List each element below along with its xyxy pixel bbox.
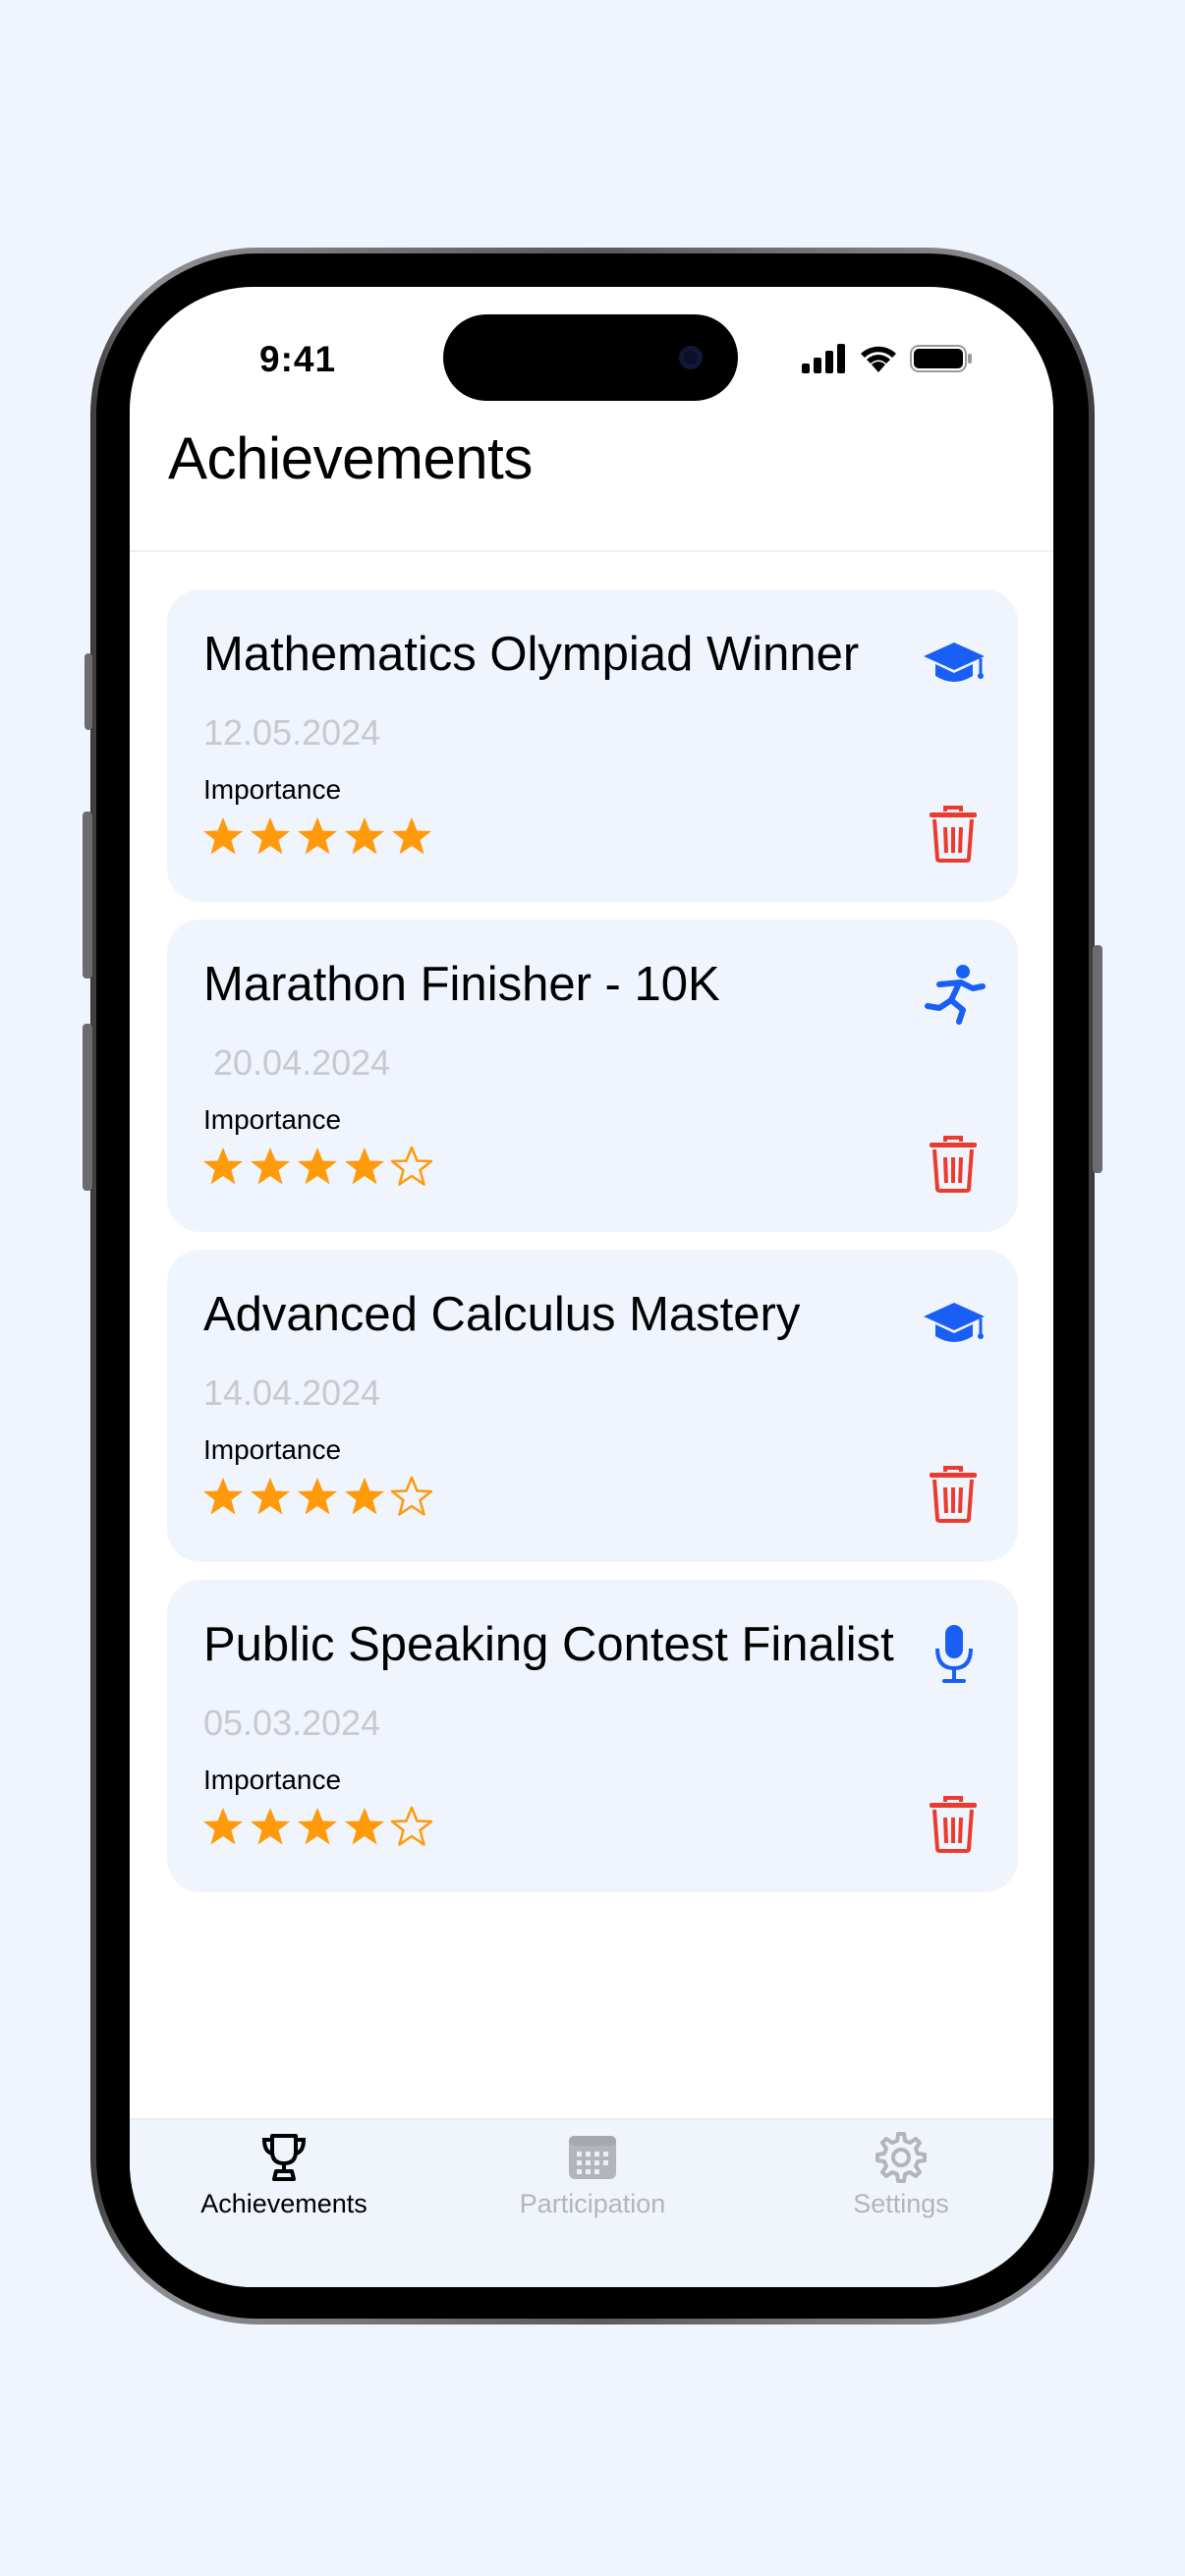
status-time: 9:41 — [259, 339, 337, 379]
delete-trash-icon[interactable] — [928, 1466, 979, 1523]
star-filled-icon[interactable] — [201, 1806, 245, 1849]
phone-volume-down-button — [83, 1024, 92, 1191]
achievement-date: 05.03.2024 — [203, 1703, 381, 1743]
star-filled-icon[interactable] — [201, 1476, 245, 1519]
importance-rating[interactable] — [201, 1806, 433, 1849]
status-icons — [802, 344, 973, 373]
delete-trash-icon[interactable] — [928, 1136, 979, 1193]
star-filled-icon[interactable] — [296, 1476, 339, 1519]
signal-icon — [802, 344, 845, 373]
header-divider — [130, 550, 1053, 552]
star-filled-icon[interactable] — [249, 1146, 292, 1189]
delete-trash-icon[interactable] — [928, 806, 979, 863]
achievement-title: Mathematics Olympiad Winner — [203, 628, 860, 681]
star-filled-icon[interactable] — [390, 815, 433, 859]
page-title: Achievements — [168, 425, 533, 491]
star-filled-icon[interactable] — [201, 815, 245, 859]
achievement-card[interactable]: Marathon Finisher - 10K 20.04.2024 Impor… — [167, 920, 1018, 1232]
microphone-icon — [935, 1625, 973, 1683]
achievement-title: Public Speaking Contest Finalist — [203, 1618, 894, 1671]
achievement-card[interactable]: Mathematics Olympiad Winner 12.05.2024 I… — [167, 589, 1018, 902]
wifi-icon — [861, 346, 896, 372]
graduation-cap-icon — [924, 643, 985, 682]
gear-icon — [875, 2132, 927, 2183]
graduation-cap-icon — [924, 1303, 985, 1342]
runner-icon — [925, 965, 986, 1025]
star-empty-icon[interactable] — [390, 1806, 433, 1849]
app-screen: 9:41 Achievements Mathematics Olympiad W… — [130, 287, 1053, 2287]
delete-trash-icon[interactable] — [928, 1796, 979, 1853]
achievement-date: 14.04.2024 — [203, 1372, 381, 1413]
phone-power-button — [1093, 945, 1102, 1173]
battery-icon — [910, 345, 972, 372]
achievement-title: Advanced Calculus Mastery — [203, 1288, 801, 1341]
star-filled-icon[interactable] — [201, 1146, 245, 1189]
star-filled-icon[interactable] — [249, 1476, 292, 1519]
phone-volume-up-button — [83, 812, 92, 979]
star-filled-icon[interactable] — [249, 1806, 292, 1849]
camera-icon — [679, 346, 703, 369]
tab-settings[interactable]: Settings — [763, 2130, 1039, 2219]
trophy-icon — [261, 2134, 307, 2181]
star-filled-icon[interactable] — [296, 815, 339, 859]
star-empty-icon[interactable] — [390, 1476, 433, 1519]
importance-rating[interactable] — [201, 1146, 433, 1189]
star-filled-icon[interactable] — [249, 815, 292, 859]
star-filled-icon[interactable] — [296, 1146, 339, 1189]
tab-label: Participation — [519, 2189, 666, 2218]
importance-rating[interactable] — [201, 815, 433, 859]
tab-label: Settings — [853, 2189, 949, 2218]
star-filled-icon[interactable] — [343, 1146, 386, 1189]
achievement-title: Marathon Finisher - 10K — [203, 958, 720, 1011]
star-filled-icon[interactable] — [343, 1476, 386, 1519]
star-filled-icon[interactable] — [343, 815, 386, 859]
tab-participation[interactable]: Participation — [455, 2130, 730, 2219]
dynamic-island — [443, 314, 738, 401]
tab-label: Achievements — [200, 2189, 367, 2218]
tab-bar: Achievements Participation Settings — [130, 2118, 1053, 2287]
star-filled-icon[interactable] — [343, 1806, 386, 1849]
achievement-date: 12.05.2024 — [203, 712, 381, 753]
importance-label: Importance — [203, 1104, 342, 1135]
importance-rating[interactable] — [201, 1476, 433, 1519]
achievement-date: 20.04.2024 — [203, 1042, 391, 1083]
achievement-card[interactable]: Public Speaking Contest Finalist 05.03.2… — [167, 1580, 1018, 1892]
star-empty-icon[interactable] — [390, 1146, 433, 1189]
tab-achievements[interactable]: Achievements — [146, 2130, 422, 2219]
star-filled-icon[interactable] — [296, 1806, 339, 1849]
achievement-card[interactable]: Advanced Calculus Mastery 14.04.2024 Imp… — [167, 1250, 1018, 1562]
phone-action-button — [85, 653, 92, 730]
calendar-icon — [569, 2136, 616, 2179]
importance-label: Importance — [203, 774, 342, 805]
importance-label: Importance — [203, 1434, 342, 1465]
importance-label: Importance — [203, 1764, 342, 1795]
